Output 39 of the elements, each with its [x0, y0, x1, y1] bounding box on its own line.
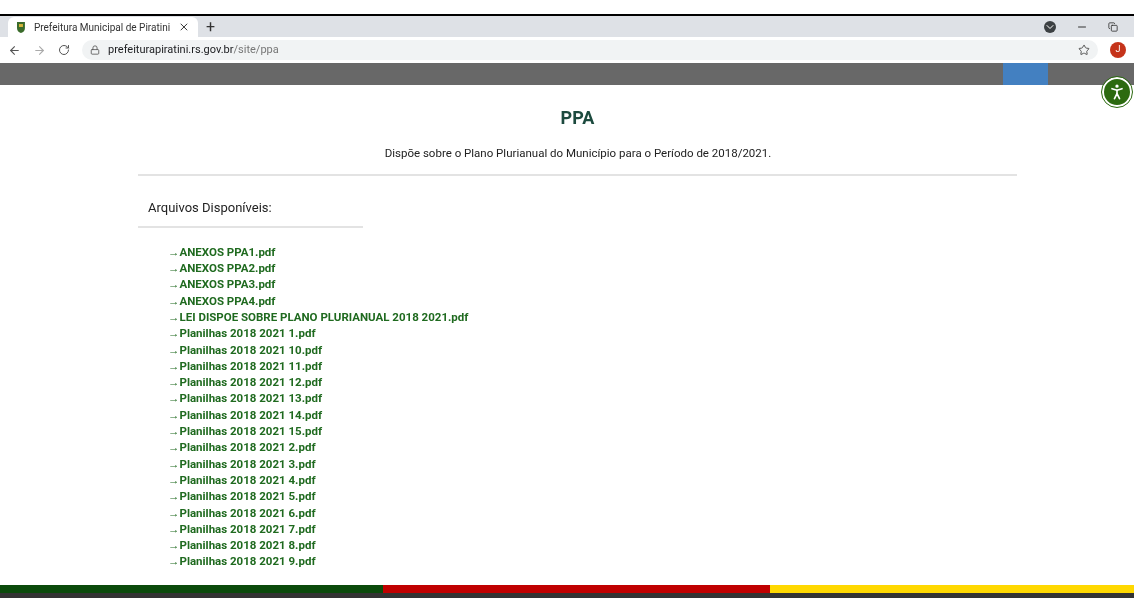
file-link[interactable]: →ANEXOS PPA2.pdf [168, 261, 276, 276]
reload-icon[interactable] [58, 44, 70, 56]
back-icon[interactable] [8, 43, 21, 57]
tab-search-icon[interactable] [1044, 21, 1056, 33]
page-title: PPA [559, 107, 596, 129]
file-link[interactable]: →LEI DISPOE SOBRE PLANO PLURIANUAL 2018 2021.pdf [168, 309, 469, 324]
file-link[interactable]: →Planilhas 2018 2021 2.pdf [168, 440, 316, 455]
new-tab-button[interactable]: + [206, 19, 216, 35]
file-link[interactable]: →Planilhas 2018 2021 9.pdf [168, 554, 316, 569]
browser-tab[interactable]: Prefeitura Municipal de Piratini [8, 17, 198, 37]
lock-icon [90, 45, 100, 55]
file-link[interactable]: →Planilhas 2018 2021 4.pdf [168, 472, 316, 487]
file-link[interactable]: →Planilhas 2018 2021 13.pdf [168, 391, 323, 406]
file-link[interactable]: →Planilhas 2018 2021 1.pdf [168, 326, 316, 341]
file-link[interactable]: →ANEXOS PPA3.pdf [168, 277, 276, 292]
file-link[interactable]: →Planilhas 2018 2021 8.pdf [168, 538, 316, 553]
file-link[interactable]: →Planilhas 2018 2021 7.pdf [168, 521, 316, 536]
files-heading: Arquivos Disponíveis: [148, 199, 273, 218]
restore-icon[interactable] [1108, 22, 1118, 32]
file-link[interactable]: →Planilhas 2018 2021 11.pdf [168, 358, 323, 373]
address-bar[interactable]: prefeiturapiratini.rs.gov.br/site/ppa [82, 40, 1098, 60]
close-icon[interactable] [178, 21, 190, 33]
profile-avatar[interactable]: J [1110, 42, 1126, 58]
file-link[interactable]: →Planilhas 2018 2021 14.pdf [168, 407, 323, 422]
file-link[interactable]: →Planilhas 2018 2021 12.pdf [168, 375, 323, 390]
crest-icon [16, 21, 26, 33]
file-link[interactable]: →ANEXOS PPA4.pdf [168, 293, 276, 308]
file-link[interactable]: →Planilhas 2018 2021 5.pdf [168, 489, 316, 504]
url-path: /site/ppa [233, 42, 279, 56]
bookmark-star-icon[interactable] [1078, 44, 1090, 56]
accessibility-button[interactable] [1102, 77, 1132, 107]
url-host: prefeiturapiratini.rs.gov.br [108, 42, 234, 56]
file-link[interactable]: →Planilhas 2018 2021 10.pdf [168, 342, 323, 357]
tab-title: Prefeitura Municipal de Piratini [33, 20, 171, 35]
file-link[interactable]: →Planilhas 2018 2021 6.pdf [168, 505, 316, 520]
file-link[interactable]: →Planilhas 2018 2021 15.pdf [168, 424, 323, 438]
file-link[interactable]: →ANEXOS PPA1.pdf [168, 244, 276, 259]
page-description: Dispõe sobre o Plano Plurianual do Município para o Período de 2018/2021. [383, 145, 773, 162]
file-link[interactable]: →Planilhas 2018 2021 3.pdf [168, 456, 316, 471]
